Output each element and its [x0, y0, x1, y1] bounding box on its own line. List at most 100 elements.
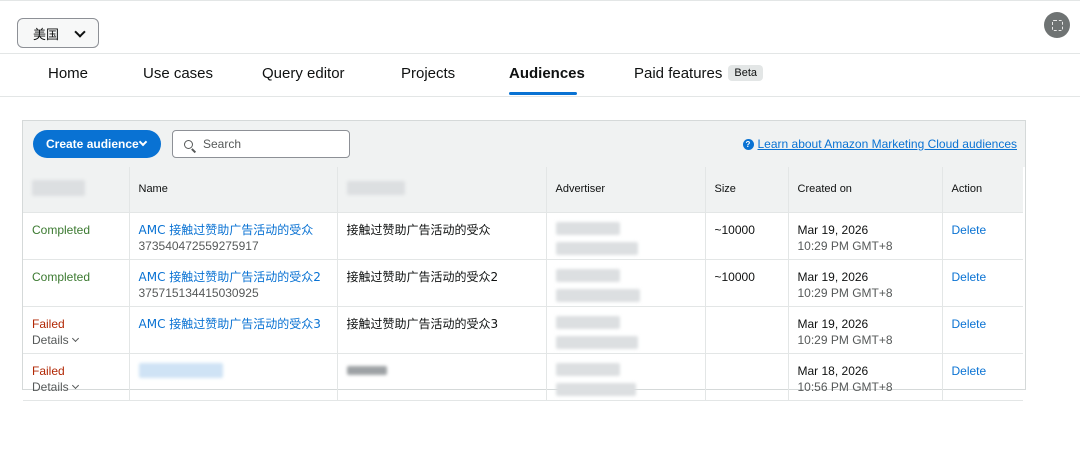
redacted-advertiser [555, 221, 620, 235]
redacted-header [32, 179, 85, 196]
create-audience-button[interactable]: Create audience [33, 130, 161, 158]
advertiser-cell [546, 259, 706, 307]
created-time: 10:29 PM GMT+8 [797, 285, 893, 300]
table-header-row: Name Advertiser Size Created on Action [23, 167, 1023, 213]
description-cell: 接触过赞助广告活动的受众3 [337, 306, 547, 354]
size-cell [705, 353, 789, 401]
chevron-down-icon [71, 334, 79, 342]
redacted-advertiser-id [555, 288, 640, 302]
description-cell [337, 353, 547, 401]
search-box[interactable] [172, 130, 350, 158]
details-toggle[interactable]: Details [32, 332, 129, 348]
action-cell: Delete [942, 353, 1023, 401]
delete-button[interactable]: Delete [952, 364, 987, 378]
name-cell: AMC 接触过赞助广告活动的受众2 375715134415030925 [129, 259, 338, 307]
column-header-created-on[interactable]: Created on [788, 167, 943, 213]
details-toggle[interactable]: Details [32, 379, 129, 395]
audiences-table: Name Advertiser Size Created on Action C… [23, 167, 1023, 401]
created-on-cell: Mar 19, 2026 10:29 PM GMT+8 [788, 259, 943, 307]
status-cell: Failed Details [23, 353, 130, 401]
learn-link-text: Learn about Amazon Marketing Cloud audie… [757, 137, 1018, 151]
status-completed: Completed [32, 222, 91, 237]
beta-badge: Beta [728, 65, 764, 81]
created-on-cell: Mar 19, 2026 10:29 PM GMT+8 [788, 212, 943, 260]
created-time: 10:29 PM GMT+8 [797, 238, 893, 253]
created-time: 10:56 PM GMT+8 [797, 379, 893, 394]
audiences-panel: Create audience ? Learn about Amazon Mar… [22, 120, 1026, 401]
audience-id: 375715134415030925 [138, 285, 259, 300]
created-date: Mar 19, 2026 [797, 222, 869, 237]
search-input[interactable] [203, 137, 343, 151]
table-row: Failed Details Mar 18, 2026 10:56 PM GMT… [23, 353, 1023, 401]
column-header-description[interactable] [337, 167, 547, 213]
name-cell: AMC 接触过赞助广告活动的受众3 [129, 306, 338, 354]
status-failed: Failed [32, 363, 65, 378]
redacted-advertiser-id [555, 382, 636, 396]
column-header-name[interactable]: Name [129, 167, 338, 213]
created-date: Mar 19, 2026 [797, 316, 869, 331]
status-cell: Completed [23, 259, 130, 307]
screenshot-button[interactable] [1044, 12, 1070, 38]
size-cell: ~10000 [705, 259, 789, 307]
delete-button[interactable]: Delete [952, 317, 987, 331]
action-cell: Delete [942, 212, 1023, 260]
tab-query-editor[interactable]: Query editor [262, 65, 345, 82]
learn-about-audiences-link[interactable]: ? Learn about Amazon Marketing Cloud aud… [742, 137, 1018, 151]
name-cell: AMC 接触过赞助广告活动的受众 373540472559275917 [129, 212, 338, 260]
details-label: Details [32, 379, 69, 394]
delete-button[interactable]: Delete [952, 223, 987, 237]
audience-name-link[interactable]: AMC 接触过赞助广告活动的受众2 [139, 269, 337, 285]
created-time: 10:29 PM GMT+8 [797, 332, 893, 347]
redacted-advertiser [555, 362, 620, 376]
redacted-advertiser-id [555, 241, 638, 255]
created-date: Mar 18, 2026 [797, 363, 869, 378]
region-select[interactable]: 美国 [17, 18, 99, 48]
size-cell: ~10000 [705, 212, 789, 260]
audience-name-link[interactable]: AMC 接触过赞助广告活动的受众 [139, 222, 337, 238]
column-header-advertiser[interactable]: Advertiser [546, 167, 706, 213]
redacted-advertiser-id [555, 335, 638, 349]
column-header-action: Action [942, 167, 1023, 213]
redacted-audience-name [138, 362, 223, 378]
table-row: Completed AMC 接触过赞助广告活动的受众2 375715134415… [23, 259, 1023, 307]
active-tab-indicator [509, 92, 577, 95]
status-failed: Failed [32, 316, 65, 331]
action-cell: Delete [942, 306, 1023, 354]
main-tabs: Home Use cases Query editor Projects Aud… [0, 54, 1080, 97]
chevron-down-icon [71, 381, 79, 389]
redacted-header [346, 180, 405, 195]
search-icon [184, 139, 193, 149]
name-cell [129, 353, 338, 401]
create-audience-label: Create audience [46, 137, 139, 151]
tab-paid-features-label: Paid features [634, 65, 723, 82]
redacted-description [346, 365, 387, 375]
details-label: Details [32, 332, 69, 347]
tab-audiences[interactable]: Audiences [509, 65, 585, 82]
status-cell: Failed Details [23, 306, 130, 354]
delete-button[interactable]: Delete [952, 270, 987, 284]
help-icon: ? [742, 138, 754, 150]
tab-projects[interactable]: Projects [401, 65, 455, 82]
action-cell: Delete [942, 259, 1023, 307]
size-cell [705, 306, 789, 354]
tab-home[interactable]: Home [48, 65, 88, 82]
table-row: Completed AMC 接触过赞助广告活动的受众 3735404725592… [23, 212, 1023, 260]
redacted-advertiser [555, 315, 620, 329]
chevron-down-icon [74, 26, 86, 38]
tab-use-cases[interactable]: Use cases [143, 65, 213, 82]
scan-icon [1051, 19, 1063, 31]
status-completed: Completed [32, 269, 91, 284]
column-header-size[interactable]: Size [705, 167, 789, 213]
tab-paid-features[interactable]: Paid features Beta [634, 65, 764, 82]
advertiser-cell [546, 353, 706, 401]
audience-id: 373540472559275917 [138, 238, 259, 253]
advertiser-cell [546, 212, 706, 260]
chevron-down-icon [138, 137, 148, 147]
audience-name-link[interactable]: AMC 接触过赞助广告活动的受众3 [139, 316, 337, 332]
column-header-status[interactable] [23, 167, 130, 213]
advertiser-cell [546, 306, 706, 354]
created-on-cell: Mar 18, 2026 10:56 PM GMT+8 [788, 353, 943, 401]
region-select-value: 美国 [33, 27, 60, 43]
created-date: Mar 19, 2026 [797, 269, 869, 284]
table-row: Failed Details AMC 接触过赞助广告活动的受众3 接触过赞助广告… [23, 306, 1023, 354]
